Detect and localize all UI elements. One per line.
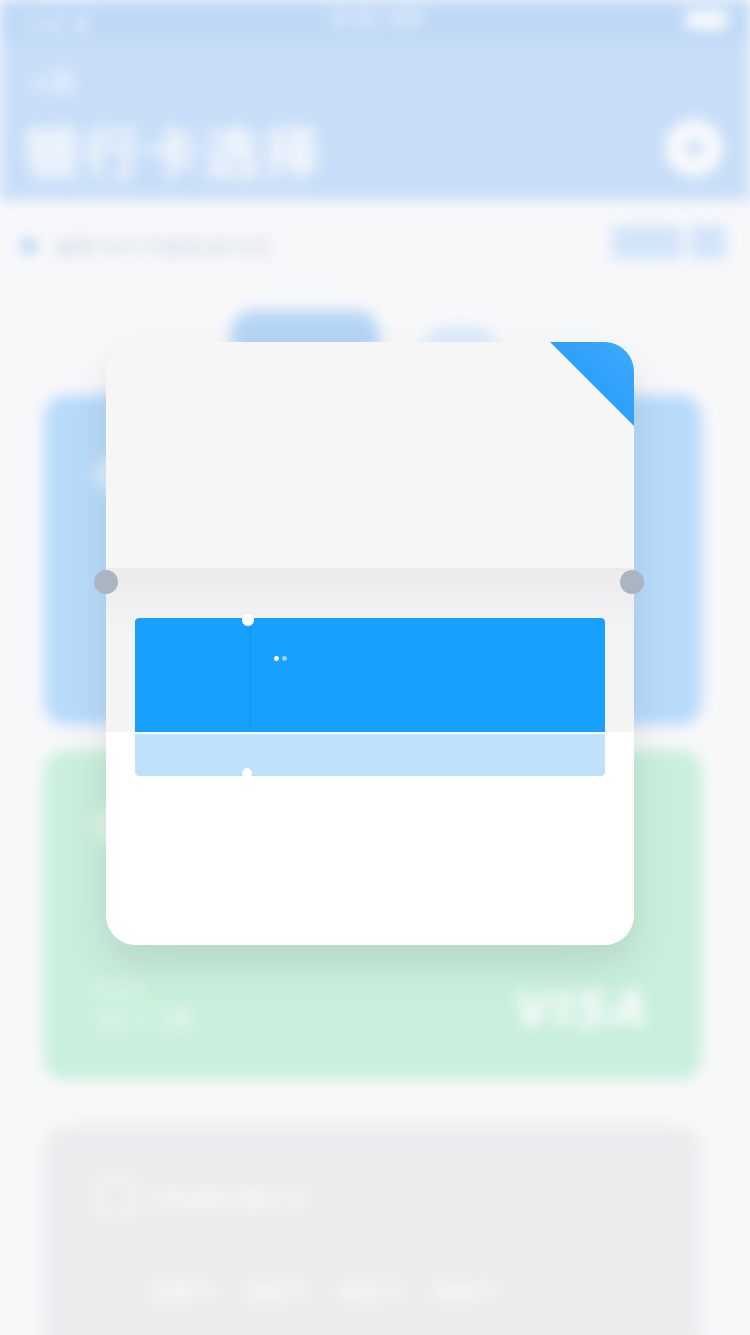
- loading-modal: [106, 342, 634, 945]
- card-divider: [249, 618, 253, 732]
- ticket-notch-right: [620, 570, 644, 594]
- card-pin-dot: [242, 768, 252, 778]
- modal-header-area: [106, 342, 634, 570]
- card-pin-dot: [242, 614, 254, 626]
- loading-dots-icon: [274, 656, 287, 661]
- card-preview: [135, 614, 605, 732]
- card-preview-shadow: [135, 734, 605, 778]
- loading-dot: [282, 656, 287, 661]
- screen: ••ll 令 9:41 AM <返 银行卡选择 + 请将卡片平放至读卡区 有效期…: [0, 0, 750, 1335]
- loading-dot: [274, 656, 279, 661]
- ticket-notch-left: [94, 570, 118, 594]
